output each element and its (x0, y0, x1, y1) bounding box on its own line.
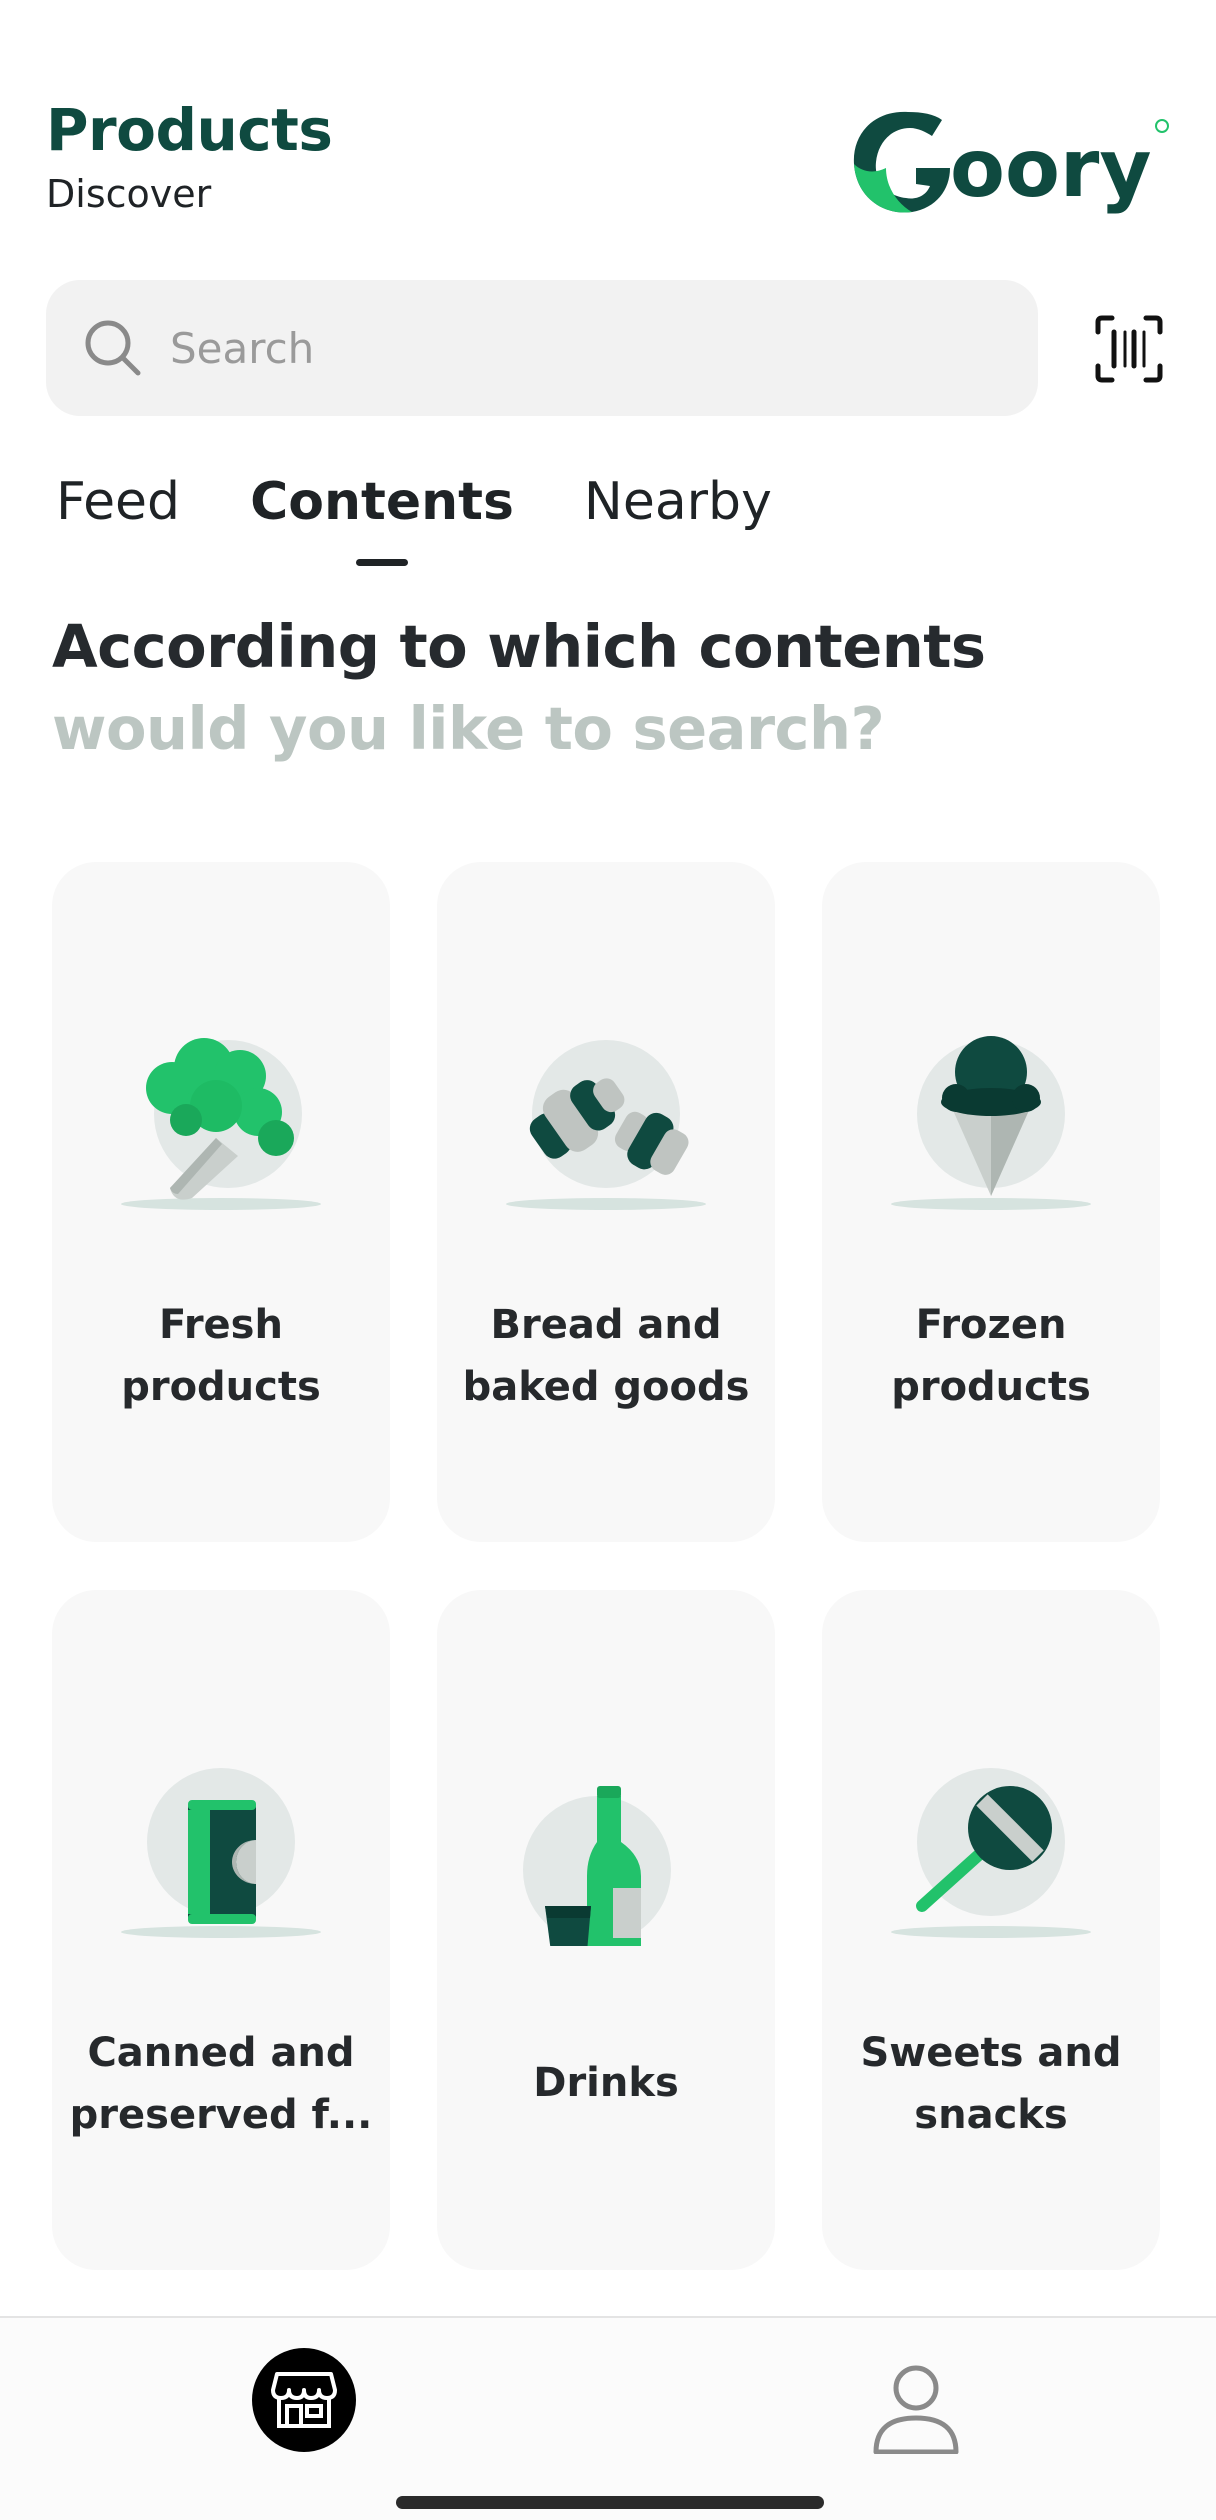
goory-logo: oory (853, 111, 1169, 215)
lollipop-icon (891, 1768, 1091, 1938)
nav-store-button[interactable] (252, 2348, 356, 2452)
broccoli-icon (121, 1038, 321, 1210)
category-label: Frozen products (891, 1302, 1091, 1410)
search-input[interactable]: Search (170, 324, 314, 373)
page-subtitle: Discover (46, 172, 212, 216)
store-icon (271, 2372, 337, 2428)
category-label: Canned and preserved f... (69, 2030, 373, 2138)
category-card-fresh-products[interactable]: Fresh products (52, 862, 390, 1542)
tab-feed[interactable]: Feed (56, 462, 180, 542)
bottom-navigation (0, 2316, 1216, 2520)
category-grid: Fresh products Bread and baked goods Fro… (52, 862, 1164, 2270)
category-label: Bread and baked goods (462, 1302, 750, 1410)
page-title: Products (46, 96, 333, 164)
category-label: Fresh products (121, 1302, 321, 1410)
search-bar[interactable]: Search (46, 280, 1038, 416)
ice-cream-icon (891, 1036, 1091, 1210)
category-card-sweets-and-snacks[interactable]: Sweets and snacks (822, 1590, 1160, 2270)
home-indicator[interactable] (396, 2496, 824, 2509)
category-label: Sweets and snacks (860, 2030, 1122, 2138)
search-icon (85, 320, 141, 376)
tab-bar: Feed Contents Nearby (56, 462, 842, 542)
profile-icon[interactable] (868, 2358, 964, 2454)
page-header: Products Discover (46, 96, 333, 216)
category-card-frozen-products[interactable]: Frozen products (822, 862, 1160, 1542)
category-label: Drinks (533, 2060, 679, 2106)
section-heading: According to which contents would you li… (52, 606, 986, 770)
croissant-icon (506, 1040, 706, 1210)
logo-text: oory (950, 122, 1152, 215)
barcode-scan-icon[interactable] (1094, 314, 1164, 384)
tab-contents[interactable]: Contents (250, 462, 514, 542)
can-icon (121, 1768, 321, 1938)
tab-nearby[interactable]: Nearby (584, 462, 772, 542)
category-card-canned-and-preserved-food[interactable]: Canned and preserved f... (52, 1590, 390, 2270)
heading-line-2: would you like to search? (52, 694, 885, 763)
bottle-icon (523, 1786, 671, 1946)
heading-line-1: According to which contents (52, 612, 986, 681)
category-card-bread-and-baked-goods[interactable]: Bread and baked goods (437, 862, 775, 1542)
category-card-drinks[interactable]: Drinks (437, 1590, 775, 2270)
